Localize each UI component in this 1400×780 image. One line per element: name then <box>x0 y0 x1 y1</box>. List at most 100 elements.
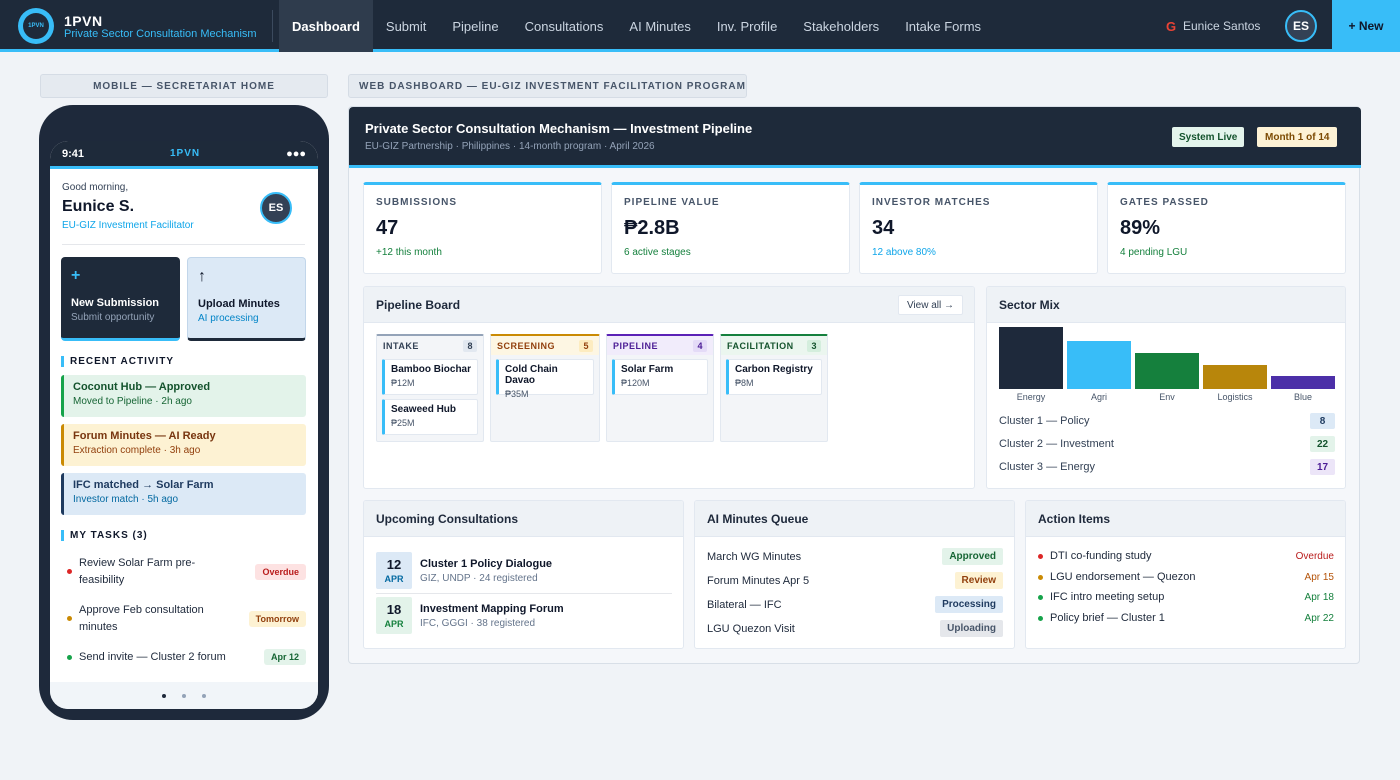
quick-action-sub: AI processing <box>198 313 259 324</box>
action-item[interactable]: Policy brief — Cluster 1 Apr 22 <box>1038 612 1334 624</box>
user-name: Eunice S. <box>62 198 135 215</box>
ai-minutes-queue-card: AI Minutes Queue March WG Minutes Approve… <box>694 500 1015 649</box>
new-button[interactable]: + New <box>1332 0 1400 52</box>
date-chip: 18 APR <box>376 597 412 634</box>
task-item[interactable]: Review Solar Farm pre-feasibility Overdu… <box>61 555 306 588</box>
user-name[interactable]: Eunice Santos <box>1183 19 1260 33</box>
bar-blue[interactable] <box>1271 376 1335 389</box>
kpi-gates-passed[interactable]: GATES PASSED 89% 4 pending LGU <box>1107 182 1346 274</box>
sector-bar-chart <box>999 327 1335 389</box>
status-badge: Tomorrow <box>248 610 306 627</box>
task-item[interactable]: Approve Feb consultation minutes Tomorro… <box>61 602 306 635</box>
page-indicator[interactable] <box>50 682 318 709</box>
minutes-item[interactable]: LGU Quezon Visit Uploading <box>707 620 1003 637</box>
minutes-item[interactable]: Bilateral — IFC Processing <box>707 596 1003 613</box>
pipeline-card[interactable]: Solar Farm ₱120M <box>612 359 708 395</box>
avatar[interactable]: ES <box>1285 10 1317 42</box>
pipeline-card[interactable]: Carbon Registry ₱8M <box>726 359 822 395</box>
action-item[interactable]: DTI co-funding study Overdue <box>1038 550 1334 562</box>
task-text: Approve Feb consultation minutes <box>79 604 204 633</box>
task-text: Review Solar Farm pre-feasibility <box>79 557 196 586</box>
activity-item[interactable]: Forum Minutes — AI Ready Extraction comp… <box>61 424 306 466</box>
brand-name: 1PVN <box>64 13 103 29</box>
minutes-item[interactable]: March WG Minutes Approved <box>707 548 1003 565</box>
activity-sub: Moved to Pipeline · 2h ago <box>73 396 192 407</box>
column-facilitation: FACILITATION 3 Carbon Registry ₱8M <box>720 334 828 442</box>
consultation-item[interactable]: 12 APR Cluster 1 Policy Dialogue GIZ, UNDP… <box>376 552 672 589</box>
column-screening: SCREENING 5 Cold Chain Davao ₱35M <box>490 334 600 442</box>
kpi-sub: 4 pending LGU <box>1120 247 1188 258</box>
bar-env[interactable] <box>1135 353 1199 389</box>
action-item[interactable]: IFC intro meeting setup Apr 18 <box>1038 591 1334 603</box>
kpi-label: INVESTOR MATCHES <box>872 197 991 208</box>
pipeline-card[interactable]: Cold Chain Davao ₱35M <box>496 359 594 399</box>
card-name: Solar Farm <box>621 364 674 375</box>
due-date: Apr 22 <box>1304 612 1334 624</box>
divider <box>272 10 273 42</box>
main-nav: Dashboard Submit Pipeline Consultations … <box>279 0 994 52</box>
status-badge: Approved <box>942 548 1003 565</box>
cluster-row[interactable]: Cluster 1 — Policy 8 <box>999 413 1335 429</box>
nav-inv-profile[interactable]: Inv. Profile <box>704 0 790 52</box>
signal-icon: ●●● <box>286 147 306 160</box>
consultation-item[interactable]: 18 APR Investment Mapping Forum IFC, GGGI … <box>376 597 672 634</box>
status-dot <box>1038 553 1043 559</box>
bar-logistics[interactable] <box>1203 365 1267 389</box>
cluster-count: 22 <box>1310 436 1335 452</box>
user-role: EU-GIZ Investment Facilitator <box>62 220 194 231</box>
nav-intake-forms[interactable]: Intake Forms <box>892 0 994 52</box>
kpi-submissions[interactable]: SUBMISSIONS 47 +12 this month <box>363 182 602 274</box>
action-item[interactable]: LGU endorsement — Quezon Apr 15 <box>1038 571 1334 583</box>
consultation-title: Investment Mapping Forum <box>420 603 564 615</box>
nav-submit[interactable]: Submit <box>373 0 439 52</box>
minutes-item[interactable]: Forum Minutes Apr 5 Review <box>707 572 1003 589</box>
bar-agri[interactable] <box>1067 341 1131 389</box>
task-text: Send invite — Cluster 2 forum <box>79 651 226 663</box>
greeting: Good morning, <box>62 182 129 193</box>
date-chip: 12 APR <box>376 552 412 589</box>
bar-label: Energy <box>1016 392 1046 402</box>
quick-action-title: New Submission <box>71 297 160 309</box>
pipeline-card[interactable]: Bamboo Biochar ₱12M <box>382 359 478 395</box>
recent-activity-heading: RECENT ACTIVITY <box>61 356 174 367</box>
action-text: IFC intro meeting setup <box>1050 591 1165 603</box>
cluster-row[interactable]: Cluster 3 — Energy 17 <box>999 459 1335 475</box>
web-section-label: WEB DASHBOARD — EU-GIZ INVESTMENT FACILI… <box>348 74 747 98</box>
upload-minutes-button[interactable]: ↑ Upload Minutes AI processing <box>187 257 306 341</box>
kpi-pipeline-value[interactable]: PIPELINE VALUE ₱2.8B 6 active stages <box>611 182 850 274</box>
nav-ai-minutes[interactable]: AI Minutes <box>616 0 703 52</box>
avatar[interactable]: ES <box>260 192 292 224</box>
bar-energy[interactable] <box>999 327 1063 389</box>
date-day: 18 <box>386 602 402 617</box>
cluster-count: 17 <box>1310 459 1335 475</box>
status-dot <box>67 569 72 574</box>
page-subtitle: EU-GIZ Partnership · Philippines · 14-mo… <box>365 141 655 152</box>
status-time: 9:41 <box>62 147 85 160</box>
my-tasks-heading: MY TASKS (3) <box>61 530 148 541</box>
nav-dashboard[interactable]: Dashboard <box>279 0 373 52</box>
action-text: DTI co-funding study <box>1050 550 1152 562</box>
pipeline-card[interactable]: Seaweed Hub ₱25M <box>382 399 478 435</box>
app-logo[interactable]: 1PVN <box>18 8 54 44</box>
cluster-row[interactable]: Cluster 2 — Investment 22 <box>999 436 1335 452</box>
view-all-button[interactable]: View all → <box>897 295 963 315</box>
new-submission-button[interactable]: + New Submission Submit opportunity <box>61 257 180 341</box>
divider <box>376 593 672 594</box>
card-title: AI Minutes Queue <box>695 501 1014 537</box>
nav-pipeline[interactable]: Pipeline <box>439 0 511 52</box>
phone-screen: 9:41 1PVN ●●● Good morning, Eunice S. EU… <box>50 141 318 709</box>
date-day: 12 <box>386 557 402 572</box>
nav-consultations[interactable]: Consultations <box>512 0 617 52</box>
plus-icon: + <box>71 267 81 284</box>
page-title: Private Sector Consultation Mechanism — … <box>365 121 753 136</box>
dashboard-header: Private Sector Consultation Mechanism — … <box>349 107 1361 168</box>
sector-chart-labels: Energy Agri Env Logistics Blue <box>999 392 1335 404</box>
column-count: 3 <box>807 339 821 352</box>
kpi-investor-matches[interactable]: INVESTOR MATCHES 34 12 above 80% <box>859 182 1098 274</box>
activity-item[interactable]: IFC matched → Solar Farm Investor match … <box>61 473 306 515</box>
kpi-label: SUBMISSIONS <box>376 197 458 208</box>
nav-stakeholders[interactable]: Stakeholders <box>790 0 892 52</box>
kpi-value: ₱2.8B <box>624 217 680 239</box>
task-item[interactable]: Send invite — Cluster 2 forum Apr 12 <box>61 649 306 666</box>
activity-item[interactable]: Coconut Hub — Approved Moved to Pipeline… <box>61 375 306 417</box>
